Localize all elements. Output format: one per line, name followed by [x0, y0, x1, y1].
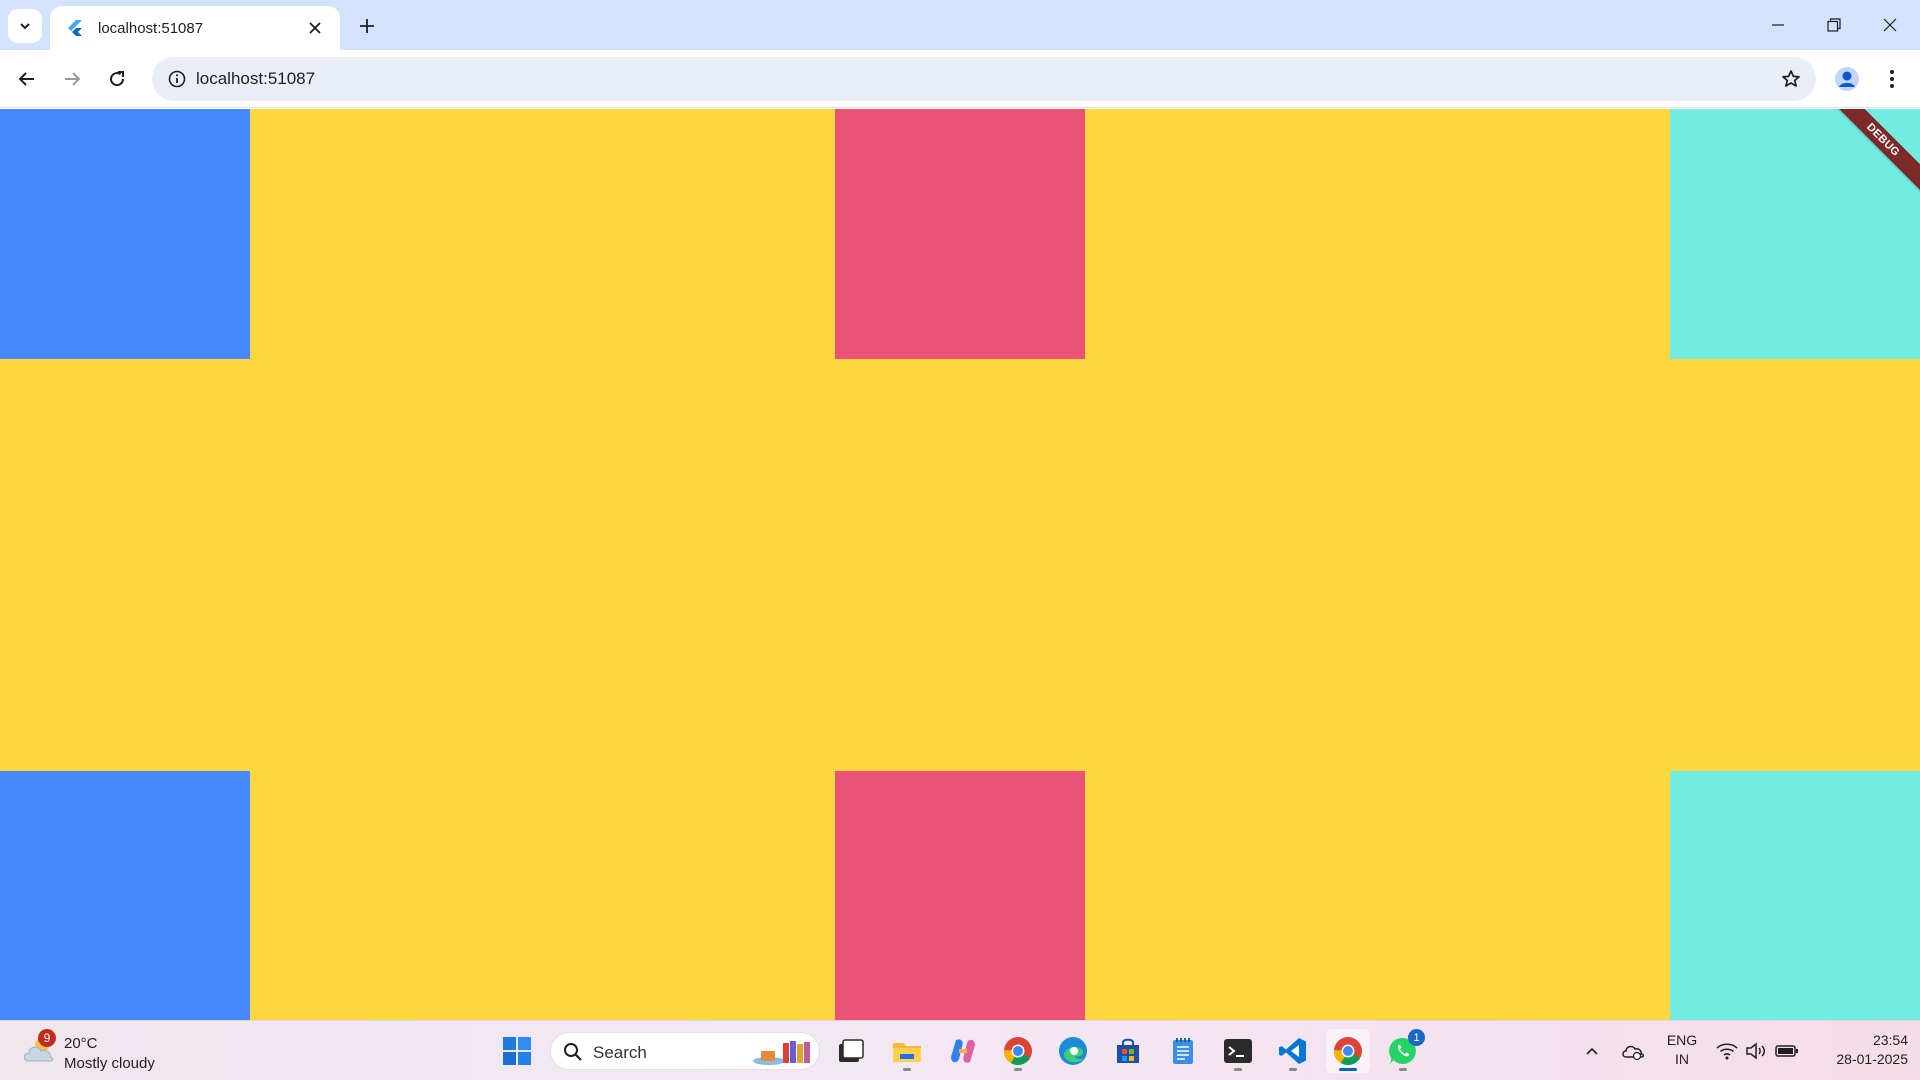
cloud-sync-icon — [1622, 1045, 1644, 1061]
taskbar-terminal[interactable] — [1216, 1029, 1260, 1073]
more-vertical-icon — [1890, 70, 1894, 88]
copilot-icon — [951, 1039, 975, 1063]
chevron-up-icon — [1586, 1047, 1598, 1055]
taskbar-chrome-active[interactable] — [1326, 1029, 1370, 1073]
chevron-down-icon — [20, 23, 30, 30]
chrome-icon — [1334, 1037, 1362, 1065]
taskbar: 9 20°C Mostly cloudy Search 1 ENG IN 23:… — [0, 1020, 1920, 1080]
taskbar-edge[interactable] — [1051, 1029, 1095, 1073]
weather-condition: Mostly cloudy — [64, 1055, 155, 1072]
system-clock[interactable]: 23:54 28-01-2025 — [1812, 1031, 1908, 1069]
running-indicator — [903, 1068, 911, 1071]
notepad-icon — [1173, 1038, 1193, 1064]
volume-tray-button[interactable] — [1742, 1037, 1770, 1065]
terminal-icon — [1224, 1039, 1252, 1063]
vscode-icon — [1279, 1038, 1306, 1064]
reload-icon — [110, 71, 125, 87]
taskbar-notepad[interactable] — [1161, 1029, 1205, 1073]
tab-title: localhost:51087 — [98, 19, 204, 37]
browser-toolbar: localhost:51087 — [0, 50, 1920, 108]
restore-icon — [1827, 18, 1841, 32]
running-indicator — [1289, 1068, 1297, 1071]
region-code: IN — [1675, 1051, 1689, 1067]
taskbar-chrome[interactable] — [996, 1029, 1040, 1073]
arrow-right-icon — [65, 72, 81, 86]
minimize-button[interactable] — [1750, 0, 1806, 50]
active-indicator — [1339, 1068, 1357, 1071]
blue-block-top — [0, 109, 250, 359]
chrome-menu-button[interactable] — [1874, 61, 1910, 97]
back-button[interactable] — [9, 61, 45, 97]
tab-strip: localhost:51087 — [0, 0, 1920, 50]
forward-button[interactable] — [54, 61, 90, 97]
reload-button[interactable] — [99, 61, 135, 97]
site-info-button[interactable] — [160, 62, 194, 96]
weather-temperature: 20°C — [64, 1035, 98, 1052]
blue-block-bottom — [0, 771, 250, 1020]
store-icon — [1117, 1038, 1139, 1063]
tab-close-button[interactable] — [302, 15, 328, 41]
close-icon — [309, 22, 321, 34]
onedrive-tray-button[interactable] — [1619, 1037, 1647, 1065]
arrow-left-icon — [18, 72, 34, 86]
close-icon — [1883, 18, 1897, 32]
windows-logo-icon — [503, 1037, 531, 1065]
close-window-button[interactable] — [1862, 0, 1918, 50]
weather-alert-badge: 9 — [38, 1029, 56, 1047]
running-indicator — [1234, 1068, 1242, 1071]
running-indicator — [1399, 1068, 1407, 1071]
speaker-icon — [1746, 1042, 1765, 1060]
task-view-icon — [839, 1039, 864, 1062]
star-icon — [1782, 70, 1800, 87]
chrome-icon — [1004, 1037, 1032, 1065]
wifi-tray-button[interactable] — [1713, 1037, 1741, 1065]
edge-icon — [1059, 1037, 1087, 1065]
taskbar-file-explorer[interactable] — [885, 1029, 929, 1073]
new-tab-button[interactable] — [352, 11, 382, 41]
folder-icon — [893, 1043, 921, 1062]
browser-tab[interactable]: localhost:51087 — [50, 6, 340, 50]
taskbar-whatsapp[interactable]: 1 — [1381, 1029, 1425, 1073]
language-code: ENG — [1666, 1032, 1698, 1048]
tab-search-button[interactable] — [8, 9, 42, 43]
bookmark-button[interactable] — [1774, 62, 1808, 96]
flutter-app-canvas: DEBUG — [0, 109, 1920, 1020]
search-icon — [561, 1040, 585, 1064]
pink-block-bottom — [835, 771, 1085, 1020]
wifi-icon — [1716, 1043, 1738, 1060]
taskbar-task-view[interactable] — [829, 1029, 873, 1073]
restore-button[interactable] — [1806, 0, 1862, 50]
pink-block-top — [835, 109, 1085, 359]
profile-button[interactable] — [1829, 61, 1865, 97]
taskbar-vscode[interactable] — [1271, 1029, 1315, 1073]
address-bar[interactable]: localhost:51087 — [152, 57, 1816, 101]
input-language-indicator[interactable]: ENG IN — [1664, 1031, 1700, 1069]
whatsapp-notification-badge: 1 — [1408, 1029, 1425, 1046]
teal-block-bottom — [1670, 771, 1920, 1020]
show-hidden-icons-button[interactable] — [1578, 1037, 1606, 1065]
info-icon — [168, 70, 186, 88]
taskbar-search-box[interactable]: Search — [550, 1032, 820, 1070]
avatar-icon — [1835, 67, 1859, 91]
battery-icon — [1775, 1045, 1798, 1057]
running-indicator — [1014, 1068, 1022, 1071]
clock-date: 28-01-2025 — [1836, 1051, 1908, 1067]
search-highlight-books-icon — [751, 1037, 813, 1067]
taskbar-copilot[interactable] — [941, 1029, 985, 1073]
url-text[interactable]: localhost:51087 — [196, 69, 315, 89]
start-button[interactable] — [495, 1029, 539, 1073]
weather-widget[interactable]: 9 20°C Mostly cloudy — [20, 1029, 180, 1073]
taskbar-search-label: Search — [593, 1043, 647, 1062]
battery-tray-button[interactable] — [1773, 1037, 1801, 1065]
flutter-icon — [64, 17, 86, 39]
plus-icon — [360, 19, 374, 33]
minimize-icon — [1772, 24, 1784, 26]
clock-time: 23:54 — [1872, 1032, 1908, 1048]
taskbar-microsoft-store[interactable] — [1106, 1029, 1150, 1073]
